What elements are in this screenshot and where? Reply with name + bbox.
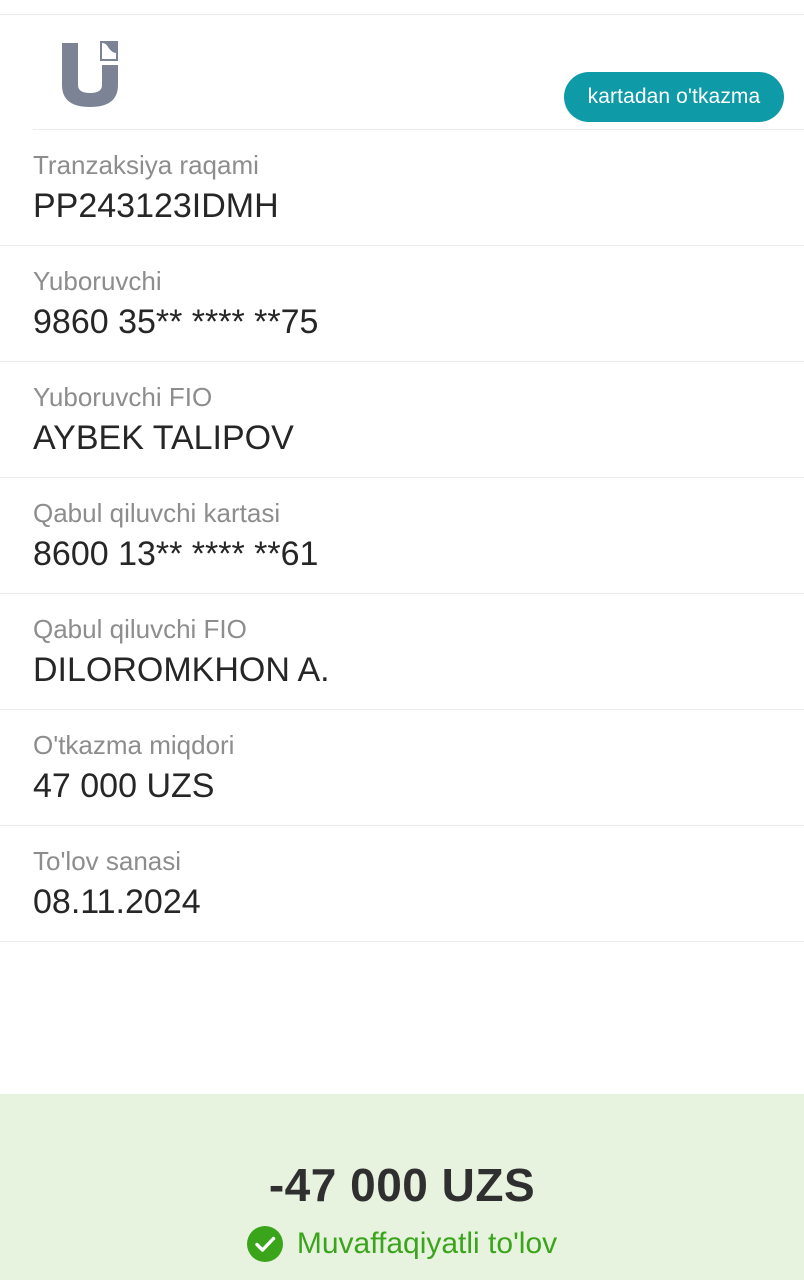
total-amount: -47 000 UZS — [268, 1159, 536, 1211]
sender-card-value: 9860 35** **** **75 — [33, 303, 319, 341]
detail-row-amount: O'tkazma miqdori 47 000 UZS — [0, 709, 804, 825]
transfer-type-badge: kartadan o'tkazma — [564, 72, 784, 122]
recipient-name-label: Qabul qiluvchi FIO — [33, 614, 247, 644]
detail-row-sender-card: Yuboruvchi 9860 35** **** **75 — [0, 245, 804, 361]
recipient-card-label: Qabul qiluvchi kartasi — [33, 498, 281, 528]
payment-status: Muvaffaqiyatli to'lov — [0, 1224, 804, 1264]
payment-status-text: Muvaffaqiyatli to'lov — [296, 1227, 558, 1260]
payment-date-value: 08.11.2024 — [33, 883, 201, 921]
detail-row-sender-name: Yuboruvchi FIO AYBEK TALIPOV — [0, 361, 804, 477]
sender-card-label: Yuboruvchi — [33, 266, 162, 296]
sender-name-label: Yuboruvchi FIO — [33, 382, 213, 412]
receipt-header: kartadan o'tkazma — [0, 15, 804, 129]
transaction-details: Tranzaksiya raqami PP243123IDMH Yuboruvc… — [0, 129, 804, 942]
payment-summary-panel: -47 000 UZS Muvaffaqiyatli to'lov — [0, 1094, 804, 1280]
detail-row-recipient-card: Qabul qiluvchi kartasi 8600 13** **** **… — [0, 477, 804, 593]
detail-row-transaction-id: Tranzaksiya raqami PP243123IDMH — [33, 129, 804, 245]
recipient-card-value: 8600 13** **** **61 — [33, 535, 319, 573]
transaction-id-label: Tranzaksiya raqami — [33, 150, 259, 180]
uzcard-logo-icon — [62, 41, 118, 107]
transfer-amount-value: 47 000 UZS — [33, 767, 215, 805]
check-circle-icon — [246, 1226, 283, 1262]
detail-row-recipient-name: Qabul qiluvchi FIO DILOROMKHON A. — [0, 593, 804, 709]
sender-name-value: AYBEK TALIPOV — [33, 419, 294, 457]
detail-row-payment-date: To'lov sanasi 08.11.2024 — [0, 825, 804, 941]
payment-date-label: To'lov sanasi — [33, 846, 182, 876]
transfer-amount-label: O'tkazma miqdori — [33, 730, 235, 760]
transaction-id-value: PP243123IDMH — [33, 187, 279, 225]
recipient-name-value: DILOROMKHON A. — [33, 651, 330, 689]
details-bottom-divider — [0, 941, 804, 942]
